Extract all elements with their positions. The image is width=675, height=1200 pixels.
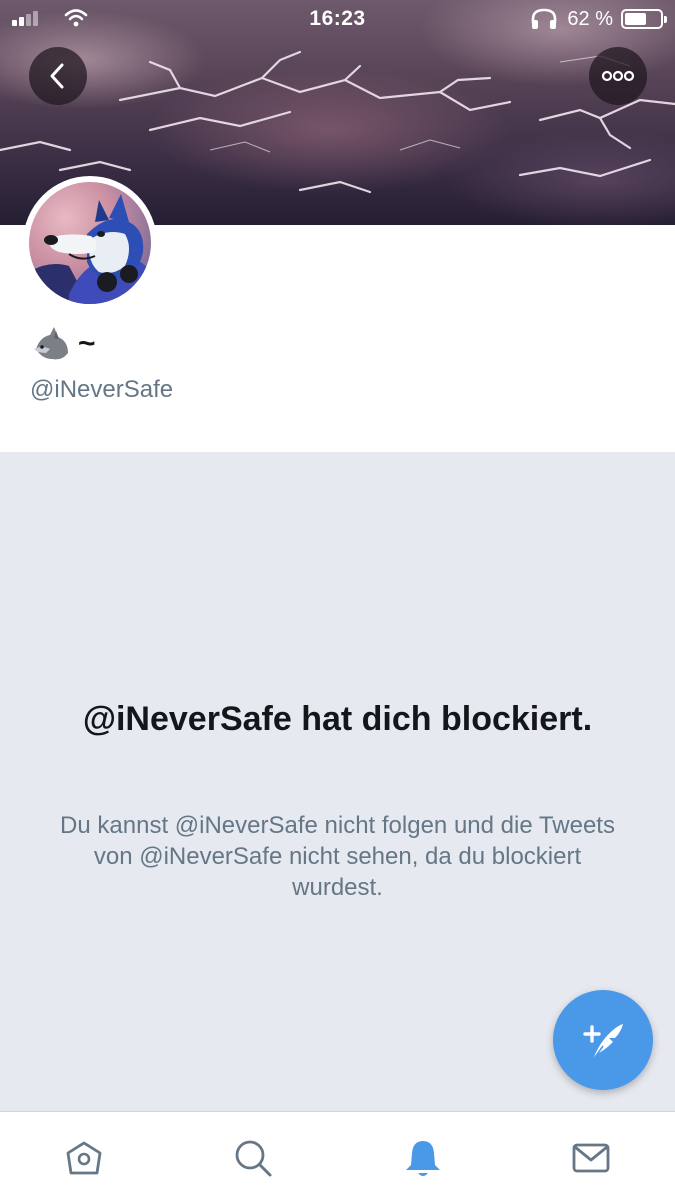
avatar[interactable]: [23, 176, 157, 310]
compose-tweet-button[interactable]: [553, 990, 653, 1090]
envelope-icon: [572, 1143, 610, 1173]
tab-search[interactable]: [231, 1136, 275, 1180]
search-icon: [235, 1140, 272, 1177]
battery-icon: [621, 9, 667, 29]
status-bar: 16:23 62 %: [0, 0, 675, 38]
wolf-emoji: [34, 327, 68, 360]
more-dots-icon: [601, 70, 635, 82]
home-icon: [66, 1141, 102, 1175]
tab-notifications[interactable]: [401, 1136, 445, 1180]
profile-handle: @iNeverSafe: [30, 376, 174, 403]
back-button[interactable]: [29, 47, 87, 105]
tab-home[interactable]: [62, 1136, 106, 1180]
tab-messages[interactable]: [569, 1136, 613, 1180]
status-right-group: 62 %: [529, 7, 667, 31]
battery-level: [625, 13, 647, 25]
wolf-avatar-illustration: [29, 194, 151, 304]
display-name: ~: [32, 327, 96, 361]
headphones-icon: [532, 8, 557, 29]
bell-icon: [406, 1141, 440, 1176]
display-name-text: ~: [78, 327, 96, 360]
blocked-description: Du kannst @iNeverSafe nicht folgen und d…: [60, 812, 615, 901]
compose-tweet-icon: [583, 1024, 623, 1061]
more-button[interactable]: [589, 47, 647, 105]
battery-percent: 62 %: [567, 7, 613, 30]
avatar-image: [29, 182, 151, 304]
blocked-title: @iNeverSafe hat dich blockiert.: [82, 700, 593, 738]
bottom-tab-bar: [0, 1111, 675, 1200]
chevron-left-icon: [50, 63, 64, 89]
